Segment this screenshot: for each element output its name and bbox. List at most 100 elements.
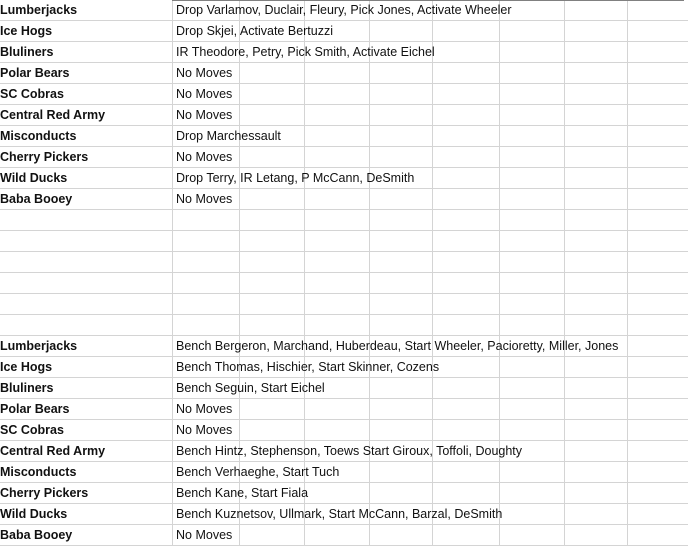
table-row[interactable]: MisconductsDrop Marchessault xyxy=(0,126,688,147)
cell-empty[interactable] xyxy=(433,189,500,210)
cell-empty[interactable] xyxy=(305,378,370,399)
cell-moves[interactable]: Bench Kuznetsov, Ullmark, Start McCann, … xyxy=(173,504,240,525)
cell-empty[interactable] xyxy=(565,336,628,357)
cell-empty[interactable] xyxy=(370,168,433,189)
cell-empty[interactable] xyxy=(628,357,688,378)
cell-empty[interactable] xyxy=(370,147,433,168)
cell-empty[interactable] xyxy=(565,210,628,231)
cell-empty[interactable] xyxy=(370,252,433,273)
cell-empty[interactable] xyxy=(500,84,565,105)
cell-empty[interactable] xyxy=(305,84,370,105)
cell-empty[interactable] xyxy=(370,210,433,231)
cell-moves[interactable]: No Moves xyxy=(173,84,240,105)
cell-empty[interactable] xyxy=(433,105,500,126)
cell-empty[interactable] xyxy=(433,336,500,357)
cell-team-name[interactable]: Ice Hogs xyxy=(0,21,173,42)
cell-empty[interactable] xyxy=(305,483,370,504)
cell-team-name[interactable]: Lumberjacks xyxy=(0,336,173,357)
cell-empty[interactable] xyxy=(173,294,240,315)
cell-empty[interactable] xyxy=(500,378,565,399)
cell-empty[interactable] xyxy=(628,42,688,63)
cell-empty[interactable] xyxy=(500,420,565,441)
table-row-blank[interactable] xyxy=(0,294,688,315)
cell-empty[interactable] xyxy=(240,504,305,525)
cell-empty[interactable] xyxy=(565,147,628,168)
table-row-blank[interactable] xyxy=(0,231,688,252)
cell-moves[interactable]: Drop Terry, IR Letang, P McCann, DeSmith xyxy=(173,168,240,189)
cell-empty[interactable] xyxy=(305,168,370,189)
cell-empty[interactable] xyxy=(305,441,370,462)
cell-empty[interactable] xyxy=(173,315,240,336)
cell-moves[interactable]: No Moves xyxy=(173,399,240,420)
cell-moves[interactable]: Bench Thomas, Hischier, Start Skinner, C… xyxy=(173,357,240,378)
table-row-blank[interactable] xyxy=(0,210,688,231)
cell-empty[interactable] xyxy=(370,504,433,525)
cell-empty[interactable] xyxy=(370,315,433,336)
cell-empty[interactable] xyxy=(500,126,565,147)
cell-empty[interactable] xyxy=(240,126,305,147)
cell-empty[interactable] xyxy=(565,189,628,210)
cell-empty[interactable] xyxy=(0,210,173,231)
cell-empty[interactable] xyxy=(565,21,628,42)
cell-empty[interactable] xyxy=(305,189,370,210)
cell-empty[interactable] xyxy=(500,399,565,420)
cell-empty[interactable] xyxy=(305,126,370,147)
cell-empty[interactable] xyxy=(0,315,173,336)
table-row[interactable]: BlulinersIR Theodore, Petry, Pick Smith,… xyxy=(0,42,688,63)
cell-moves[interactable]: IR Theodore, Petry, Pick Smith, Activate… xyxy=(173,42,240,63)
cell-empty[interactable] xyxy=(433,399,500,420)
cell-empty[interactable] xyxy=(500,231,565,252)
table-row[interactable]: Ice HogsBench Thomas, Hischier, Start Sk… xyxy=(0,357,688,378)
cell-empty[interactable] xyxy=(240,336,305,357)
cell-moves[interactable]: No Moves xyxy=(173,189,240,210)
cell-empty[interactable] xyxy=(240,378,305,399)
cell-empty[interactable] xyxy=(370,336,433,357)
cell-empty[interactable] xyxy=(500,252,565,273)
cell-empty[interactable] xyxy=(305,105,370,126)
cell-empty[interactable] xyxy=(240,0,305,21)
cell-moves[interactable]: No Moves xyxy=(173,525,240,546)
cell-empty[interactable] xyxy=(433,315,500,336)
table-row[interactable]: Wild DucksBench Kuznetsov, Ullmark, Star… xyxy=(0,504,688,525)
cell-empty[interactable] xyxy=(370,399,433,420)
cell-empty[interactable] xyxy=(628,252,688,273)
cell-empty[interactable] xyxy=(240,525,305,546)
cell-empty[interactable] xyxy=(628,231,688,252)
cell-empty[interactable] xyxy=(370,231,433,252)
cell-empty[interactable] xyxy=(370,357,433,378)
cell-team-name[interactable]: Misconducts xyxy=(0,462,173,483)
cell-empty[interactable] xyxy=(370,441,433,462)
cell-empty[interactable] xyxy=(305,147,370,168)
cell-empty[interactable] xyxy=(500,315,565,336)
cell-team-name[interactable]: Polar Bears xyxy=(0,63,173,84)
cell-empty[interactable] xyxy=(305,462,370,483)
cell-moves[interactable]: Bench Bergeron, Marchand, Huberdeau, Sta… xyxy=(173,336,240,357)
table-row[interactable]: Central Red ArmyBench Hintz, Stephenson,… xyxy=(0,441,688,462)
cell-empty[interactable] xyxy=(240,21,305,42)
cell-empty[interactable] xyxy=(240,168,305,189)
cell-empty[interactable] xyxy=(173,273,240,294)
table-row[interactable]: LumberjacksBench Bergeron, Marchand, Hub… xyxy=(0,336,688,357)
cell-empty[interactable] xyxy=(240,462,305,483)
cell-team-name[interactable]: Misconducts xyxy=(0,126,173,147)
cell-empty[interactable] xyxy=(240,294,305,315)
cell-empty[interactable] xyxy=(370,378,433,399)
cell-empty[interactable] xyxy=(0,231,173,252)
cell-team-name[interactable]: SC Cobras xyxy=(0,84,173,105)
table-row[interactable]: Polar BearsNo Moves xyxy=(0,63,688,84)
cell-empty[interactable] xyxy=(628,147,688,168)
cell-empty[interactable] xyxy=(433,294,500,315)
cell-empty[interactable] xyxy=(240,483,305,504)
cell-empty[interactable] xyxy=(565,441,628,462)
table-row-blank[interactable] xyxy=(0,252,688,273)
cell-empty[interactable] xyxy=(370,294,433,315)
table-row-blank[interactable] xyxy=(0,273,688,294)
cell-empty[interactable] xyxy=(628,105,688,126)
cell-moves[interactable]: No Moves xyxy=(173,420,240,441)
cell-empty[interactable] xyxy=(628,441,688,462)
cell-empty[interactable] xyxy=(305,294,370,315)
cell-empty[interactable] xyxy=(370,273,433,294)
cell-empty[interactable] xyxy=(240,273,305,294)
cell-team-name[interactable]: Cherry Pickers xyxy=(0,147,173,168)
cell-empty[interactable] xyxy=(240,420,305,441)
